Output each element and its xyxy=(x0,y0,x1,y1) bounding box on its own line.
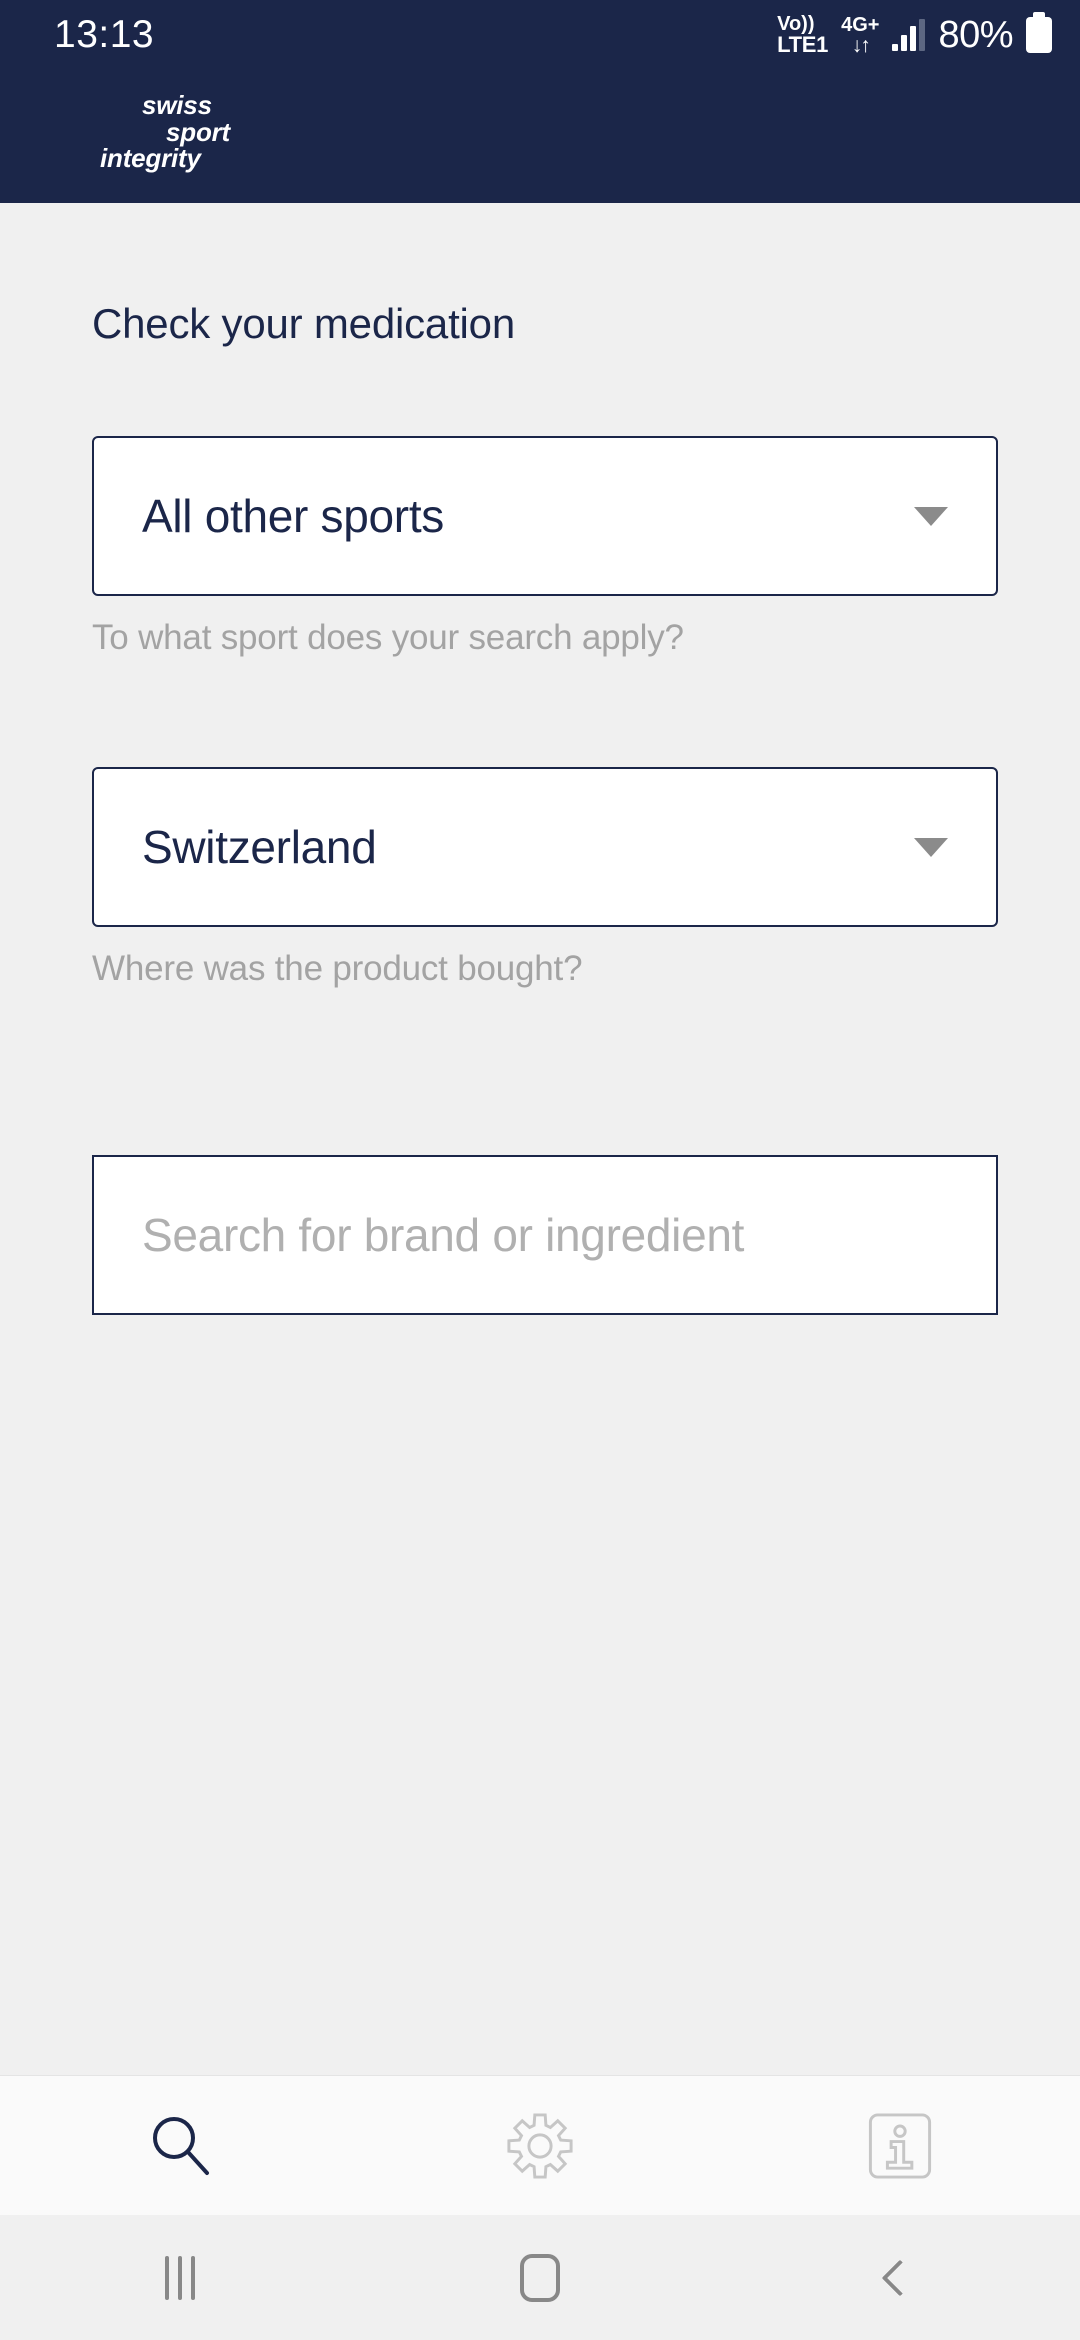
back-icon xyxy=(881,2259,919,2296)
brand-logo-line-3: integrity xyxy=(100,143,201,174)
tab-search[interactable] xyxy=(0,2076,360,2216)
sport-helper-text: To what sport does your search apply? xyxy=(92,618,684,657)
signal-bars-icon xyxy=(892,19,926,51)
search-input-wrapper[interactable]: Search for brand or ingredient xyxy=(92,1155,998,1315)
volte-label-bottom: LTE1 xyxy=(777,32,829,57)
recents-icon xyxy=(165,2255,195,2300)
search-icon xyxy=(143,2109,217,2183)
tab-settings[interactable] xyxy=(360,2076,720,2216)
data-transfer-icon: ↓↑ xyxy=(851,33,871,57)
page-title: Check your medication xyxy=(92,300,515,347)
country-helper-text: Where was the product bought? xyxy=(92,949,583,988)
country-dropdown-value: Switzerland xyxy=(142,821,377,873)
brand-logo-line-2: sport xyxy=(166,116,231,147)
network-type-label: 4G+ xyxy=(841,13,880,36)
battery-percent-label: 80% xyxy=(938,13,1013,56)
country-dropdown[interactable]: Switzerland xyxy=(92,767,998,927)
home-icon xyxy=(520,2253,560,2302)
status-clock: 13:13 xyxy=(54,13,155,56)
recents-button[interactable] xyxy=(0,2215,360,2340)
search-input-placeholder: Search for brand or ingredient xyxy=(142,1209,745,1261)
brand-logo: swiss sport integrity xyxy=(100,92,230,172)
network-indicator: 4G+ ↓↑ xyxy=(841,15,879,56)
volte-indicator: Vo)) LTE1 xyxy=(777,14,828,56)
app-root: 13:13 Vo)) LTE1 4G+ ↓↑ 80% swiss sport i… xyxy=(0,0,1080,2340)
chevron-down-icon xyxy=(914,507,948,526)
brand-logo-line-1: swiss xyxy=(142,90,212,120)
info-icon xyxy=(863,2109,937,2183)
status-indicators: Vo)) LTE1 4G+ ↓↑ 80% xyxy=(777,12,1052,57)
status-bar: 13:13 Vo)) LTE1 4G+ ↓↑ 80% xyxy=(0,0,1080,70)
sport-dropdown[interactable]: All other sports xyxy=(92,436,998,596)
gear-icon xyxy=(503,2109,577,2183)
tab-info[interactable] xyxy=(720,2076,1080,2216)
android-nav-bar xyxy=(0,2215,1080,2340)
app-header: 13:13 Vo)) LTE1 4G+ ↓↑ 80% swiss sport i… xyxy=(0,0,1080,203)
volte-label-top: Vo)) xyxy=(777,13,815,35)
back-button[interactable] xyxy=(720,2215,1080,2340)
chevron-down-icon xyxy=(914,838,948,857)
battery-full-icon xyxy=(1026,12,1052,53)
sport-dropdown-value: All other sports xyxy=(142,490,444,542)
home-button[interactable] xyxy=(360,2215,720,2340)
bottom-tab-bar xyxy=(0,2075,1080,2215)
